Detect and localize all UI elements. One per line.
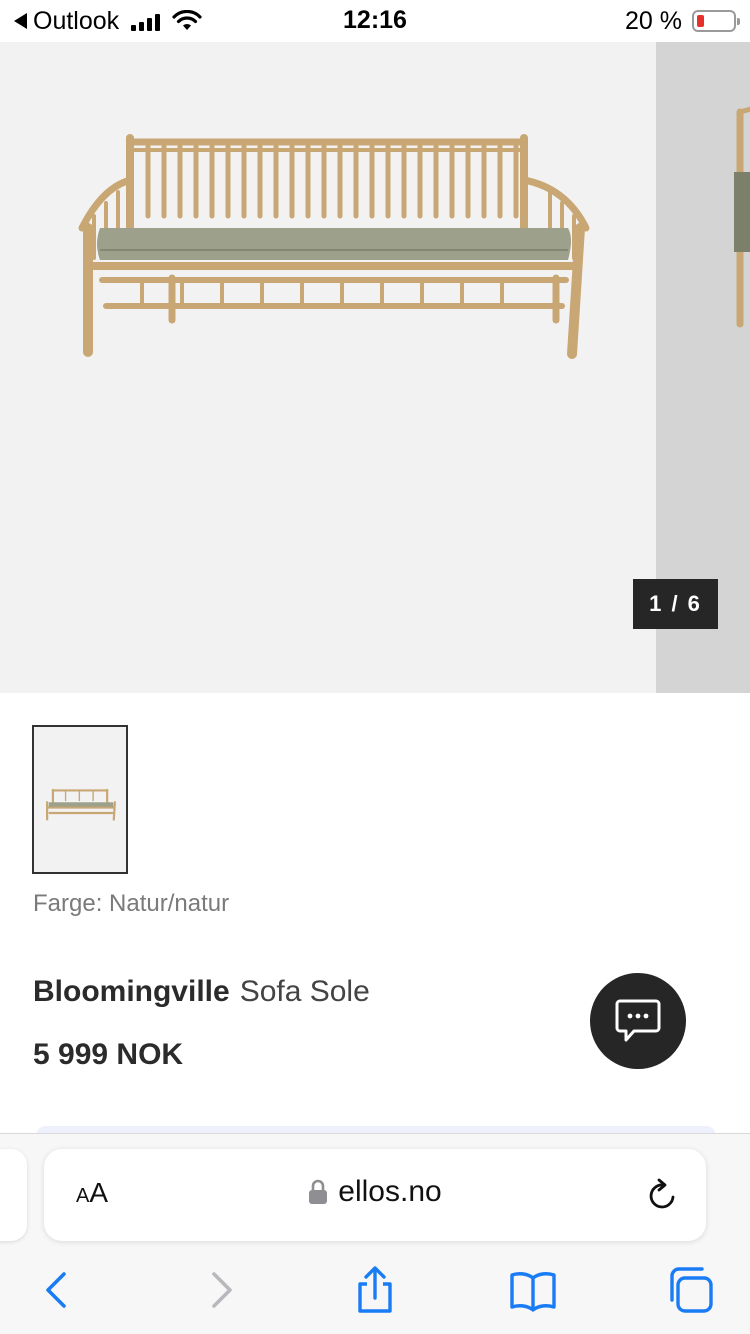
- battery-icon: [692, 10, 740, 32]
- address-bar[interactable]: AA ellos.no: [44, 1149, 706, 1241]
- lock-icon: [309, 1179, 328, 1204]
- color-label: Farge: Natur/natur: [33, 890, 230, 917]
- chevron-left-icon[interactable]: [34, 1266, 82, 1314]
- product-brand[interactable]: Bloomingville: [33, 975, 230, 1008]
- browser-toolbar: AA ellos.no: [0, 1133, 750, 1334]
- product-name: Sofa Sole: [239, 975, 370, 1008]
- thumbnail-selected[interactable]: [32, 725, 128, 874]
- chat-bubble-icon: [615, 999, 661, 1042]
- product-title: Bloomingville Sofa Sole: [33, 975, 370, 1009]
- status-bar: Outlook 12:16 20 %: [0, 0, 750, 42]
- sofa-side-image: [734, 106, 750, 328]
- sofa-image: [78, 134, 590, 359]
- tabs-icon[interactable]: [666, 1266, 714, 1314]
- gallery-main-image[interactable]: [0, 42, 656, 693]
- url-text[interactable]: ellos.no: [338, 1175, 441, 1209]
- product-image-gallery[interactable]: 1 / 6: [0, 42, 750, 693]
- sofa-thumbnail-image: [46, 788, 116, 821]
- previous-tab-peek[interactable]: [0, 1149, 27, 1241]
- share-icon[interactable]: [351, 1266, 399, 1314]
- reload-icon[interactable]: [646, 1177, 680, 1213]
- book-icon[interactable]: [509, 1266, 557, 1314]
- battery-percent: 20 %: [625, 6, 682, 35]
- browser-nav-row: [0, 1254, 750, 1326]
- chat-button[interactable]: [590, 973, 686, 1069]
- image-counter: 1 / 6: [633, 579, 718, 629]
- chevron-right-icon[interactable]: [196, 1266, 244, 1314]
- product-price: 5 999 NOK: [33, 1038, 184, 1071]
